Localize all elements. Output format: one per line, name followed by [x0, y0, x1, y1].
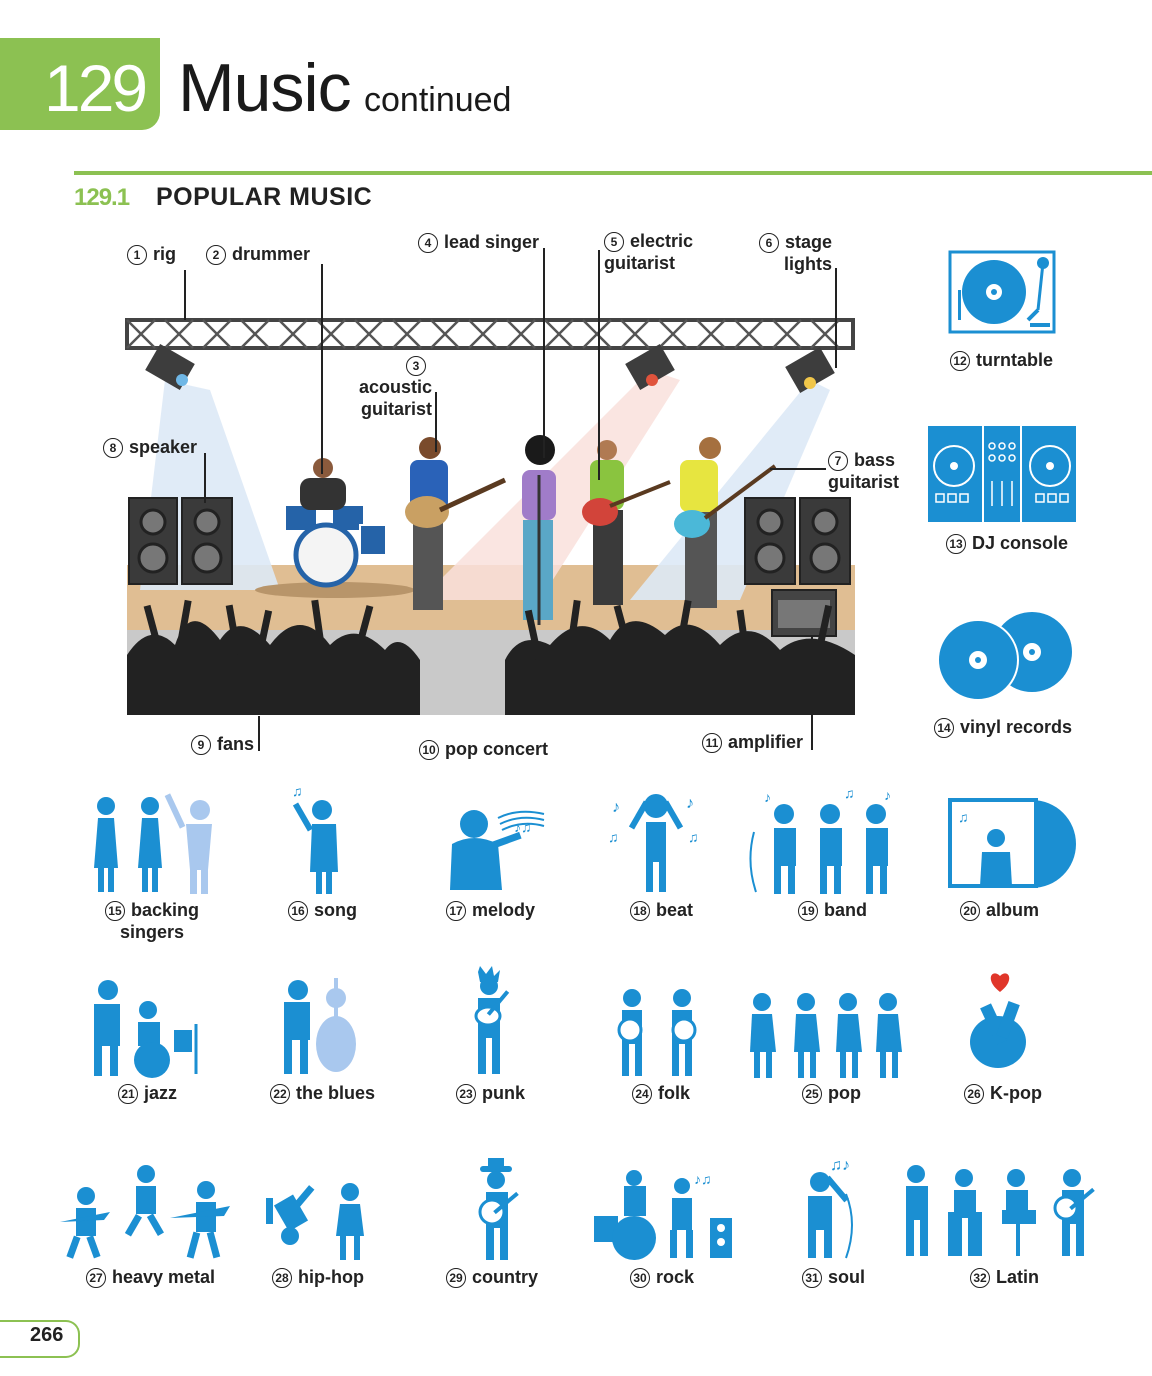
label-dj-console: 13 DJ console	[946, 532, 1068, 554]
the-blues-icon	[284, 978, 356, 1074]
label-rock: 30 rock	[630, 1266, 694, 1288]
section-title: POPULAR MUSIC	[156, 183, 373, 211]
vinyl-records-icon	[938, 612, 1072, 701]
album-icon: ♫	[948, 798, 1076, 888]
pop-icon	[750, 993, 902, 1078]
svg-text:♪♫: ♪♫	[694, 1171, 712, 1187]
label-vinyl-records: 14 vinyl records	[934, 716, 1072, 738]
turntable-icon	[948, 250, 1056, 334]
section-rule	[74, 171, 1152, 175]
rock-icon: ♪♫	[594, 1170, 732, 1260]
label-soul: 31 soul	[802, 1266, 865, 1288]
svg-text:♫: ♫	[608, 829, 619, 845]
song-icon: ♫	[292, 783, 338, 894]
leader-amplifier	[811, 636, 813, 750]
svg-text:♫: ♫	[688, 829, 699, 845]
k-pop-icon	[970, 973, 1026, 1068]
svg-text:♫: ♫	[958, 809, 969, 825]
svg-text:♪♫: ♪♫	[514, 819, 532, 835]
label-speaker: 8 speaker	[103, 436, 197, 458]
label-lead-singer: 4 lead singer	[418, 231, 539, 253]
svg-text:♫: ♫	[844, 785, 855, 801]
section-number: 129.1	[74, 184, 130, 211]
chapter-title: Music	[178, 50, 352, 126]
label-album: 20 album	[960, 899, 1039, 921]
label-the-blues: 22 the blues	[270, 1082, 375, 1104]
country-icon	[478, 1158, 519, 1260]
label-pop-concert: 10 pop concert	[419, 738, 548, 760]
dj-console-icon	[928, 426, 1076, 522]
soul-icon: ♫♪	[808, 1157, 853, 1259]
label-backing-singers: 15 backing singers	[96, 899, 208, 943]
label-amplifier: 11 amplifier	[702, 731, 803, 753]
label-melody: 17 melody	[446, 899, 535, 921]
label-jazz: 21 jazz	[118, 1082, 177, 1104]
page-number: 266	[30, 1324, 64, 1346]
label-pop: 25 pop	[802, 1082, 861, 1104]
label-bass-guitarist: 7 bass guitarist	[828, 450, 900, 492]
label-turntable: 12 turntable	[950, 349, 1053, 371]
leader-fans	[258, 716, 260, 751]
label-stage-lights: 6 stage lights	[758, 231, 832, 275]
label-punk: 23 punk	[456, 1082, 525, 1104]
leader-stage-lights	[835, 268, 837, 368]
label-drummer: 2 drummer	[206, 243, 310, 265]
beat-icon: ♪ ♪ ♫ ♫	[608, 794, 699, 892]
svg-text:♫: ♫	[292, 783, 303, 799]
label-k-pop: 26 K-pop	[964, 1082, 1042, 1104]
svg-text:♪: ♪	[612, 799, 620, 816]
svg-text:♪: ♪	[686, 795, 694, 812]
label-rig: 1 rig	[127, 243, 176, 265]
band-icon: ♪ ♫ ♪	[749, 785, 891, 894]
backing-singers-icon	[94, 793, 212, 894]
latin-icon	[906, 1165, 1095, 1256]
label-folk: 24 folk	[632, 1082, 690, 1104]
svg-text:♫♪: ♫♪	[830, 1157, 850, 1174]
melody-icon: ♪♫	[450, 810, 545, 890]
punk-icon	[474, 966, 510, 1074]
leader-bass	[770, 468, 826, 470]
label-fans: 9 fans	[191, 733, 254, 755]
leader-lead-singer	[543, 248, 545, 458]
label-band: 19 band	[798, 899, 867, 921]
label-heavy-metal: 27 heavy metal	[86, 1266, 215, 1288]
heavy-metal-icon	[60, 1165, 230, 1259]
pop-concert-illustration	[125, 318, 855, 715]
leader-electric	[598, 250, 600, 480]
jazz-icon	[94, 980, 198, 1078]
leader-speaker	[204, 453, 206, 503]
label-country: 29 country	[446, 1266, 538, 1288]
chapter-number: 129	[44, 51, 148, 125]
leader-drummer	[321, 264, 323, 474]
label-latin: 32 Latin	[970, 1266, 1039, 1288]
label-acoustic-guitarist: 3acoustic guitarist	[334, 354, 432, 420]
hip-hop-icon	[266, 1183, 364, 1260]
label-song: 16 song	[288, 899, 357, 921]
label-beat: 18 beat	[630, 899, 693, 921]
label-hip-hop: 28 hip-hop	[272, 1266, 364, 1288]
folk-icon	[617, 989, 697, 1076]
svg-text:♪: ♪	[764, 789, 771, 805]
chapter-subtitle: continued	[364, 81, 512, 119]
svg-text:♪: ♪	[884, 787, 891, 803]
leader-acoustic	[435, 392, 437, 452]
label-electric-guitarist: 5 electric guitarist	[604, 231, 694, 273]
leader-rig	[184, 270, 186, 320]
